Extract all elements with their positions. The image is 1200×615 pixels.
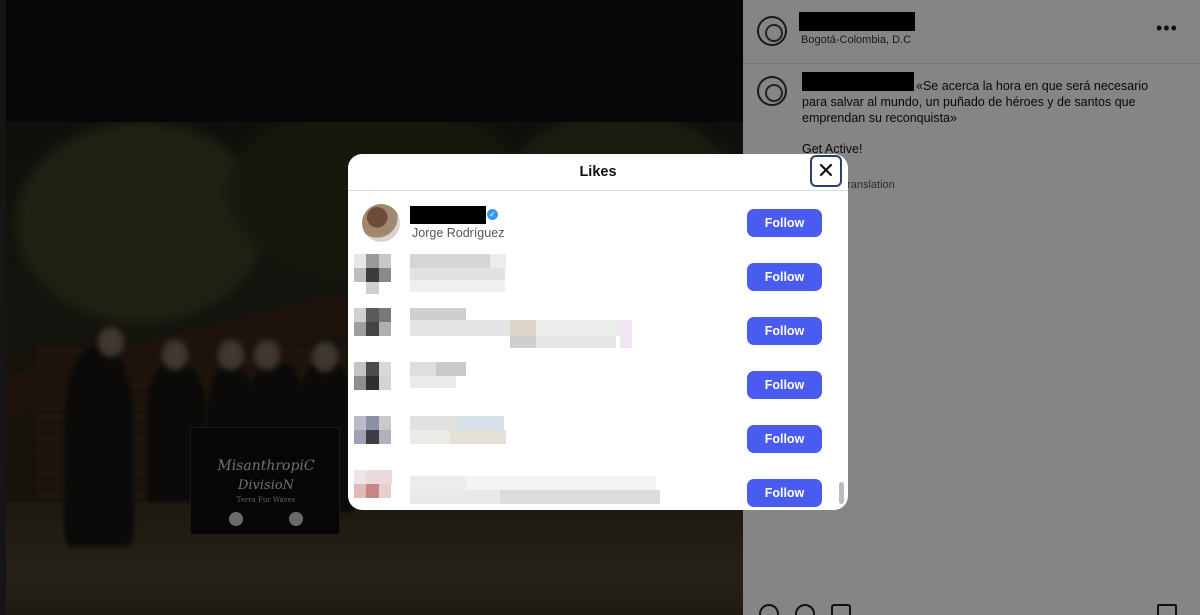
- list-item[interactable]: Follow: [348, 408, 848, 462]
- follow-button[interactable]: Follow: [747, 263, 822, 291]
- pixelated-user-info: [354, 308, 654, 352]
- follow-button[interactable]: Follow: [747, 317, 822, 345]
- list-item[interactable]: Follow: [348, 300, 848, 354]
- close-icon[interactable]: ✕: [810, 155, 842, 187]
- list-item[interactable]: ✓ Jorge Rodríguez Follow: [348, 192, 848, 246]
- list-item[interactable]: Follow: [348, 462, 848, 510]
- pixelated-user-info: [354, 470, 660, 510]
- list-item[interactable]: Follow: [348, 246, 848, 300]
- likes-modal: Likes ✓ Jorge Rodríguez Follow Follow Fo…: [348, 154, 848, 510]
- follow-button[interactable]: Follow: [747, 425, 822, 453]
- follow-button[interactable]: Follow: [747, 479, 822, 507]
- list-scrollbar[interactable]: [839, 482, 844, 504]
- pixelated-user-info: [354, 416, 654, 460]
- avatar[interactable]: [362, 204, 400, 242]
- follow-button[interactable]: Follow: [747, 209, 822, 237]
- user-fullname: Jorge Rodríguez: [412, 226, 505, 240]
- pixelated-user-info: [354, 254, 654, 298]
- modal-title: Likes: [348, 154, 848, 191]
- list-item[interactable]: Follow: [348, 354, 848, 408]
- follow-button[interactable]: Follow: [747, 371, 822, 399]
- likes-list: ✓ Jorge Rodríguez Follow Follow Follow F…: [348, 192, 848, 510]
- username-redacted[interactable]: [410, 206, 486, 224]
- verified-badge-icon: ✓: [487, 209, 498, 220]
- pixelated-user-info: [354, 362, 654, 406]
